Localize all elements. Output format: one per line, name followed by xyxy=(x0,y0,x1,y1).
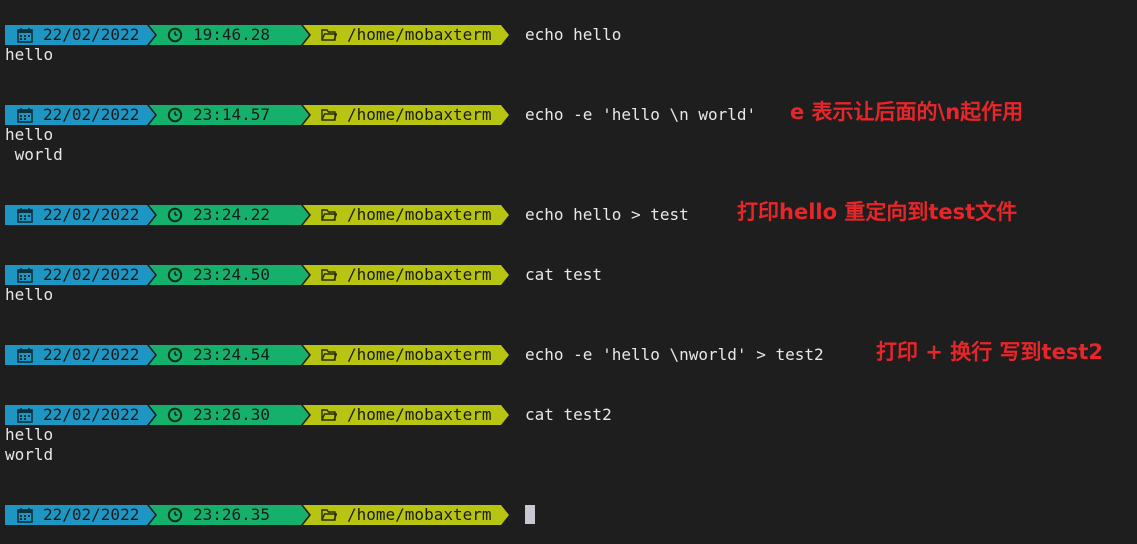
prompt-path-segment: /home/mobaxterm xyxy=(303,205,509,225)
prompt-line: 22/02/2022 19:46.28 /home/mobaxterm xyxy=(5,25,509,45)
prompt-time: 23:24.22 xyxy=(193,205,271,224)
output-line: hello xyxy=(5,285,54,304)
prompt-time-segment: 23:24.54 xyxy=(149,345,309,365)
command-text: echo -e 'hello \n world' xyxy=(525,105,757,124)
prompt-path: /home/mobaxterm xyxy=(347,345,492,364)
prompt-date-segment: 22/02/2022 xyxy=(5,505,155,525)
prompt-path: /home/mobaxterm xyxy=(347,25,492,44)
output-line: hello xyxy=(5,425,54,444)
prompt-date: 22/02/2022 xyxy=(43,25,140,44)
command-text: cat test2 xyxy=(525,405,612,424)
annotation-note: e 表示让后面的\n起作用 xyxy=(790,100,1024,124)
command-text: echo hello > test xyxy=(525,205,689,224)
clock-icon xyxy=(167,507,183,523)
prompt-path: /home/mobaxterm xyxy=(347,505,492,524)
prompt-date-segment: 22/02/2022 xyxy=(5,25,155,45)
prompt-time: 23:26.30 xyxy=(193,405,271,424)
prompt-line: 22/02/2022 23:24.22 /home/mobaxterm xyxy=(5,205,509,225)
prompt-time: 23:14.57 xyxy=(193,105,271,124)
clock-icon xyxy=(167,407,183,423)
output-line: hello xyxy=(5,45,54,64)
prompt-date-segment: 22/02/2022 xyxy=(5,405,155,425)
prompt-path-segment: /home/mobaxterm xyxy=(303,25,509,45)
prompt-line: 22/02/2022 23:26.30 /home/mobaxterm xyxy=(5,405,509,425)
prompt-time-segment: 23:26.35 xyxy=(149,505,309,525)
calendar-icon xyxy=(17,508,33,523)
prompt-path: /home/mobaxterm xyxy=(347,105,492,124)
prompt-date: 22/02/2022 xyxy=(43,505,140,524)
prompt-path: /home/mobaxterm xyxy=(347,205,492,224)
prompt-time: 23:24.54 xyxy=(193,345,271,364)
terminal-cursor[interactable] xyxy=(525,505,535,524)
clock-icon xyxy=(167,347,183,363)
prompt-path: /home/mobaxterm xyxy=(347,405,492,424)
annotation-note: 打印 + 换行 写到test2 xyxy=(876,340,1103,364)
prompt-date: 22/02/2022 xyxy=(43,265,140,284)
calendar-icon xyxy=(17,28,33,43)
prompt-line: 22/02/2022 23:24.54 /home/mobaxterm xyxy=(5,345,509,365)
folder-icon xyxy=(321,409,337,421)
calendar-icon xyxy=(17,208,33,223)
output-line: hello xyxy=(5,125,54,144)
prompt-path-segment: /home/mobaxterm xyxy=(303,405,509,425)
prompt-date: 22/02/2022 xyxy=(43,105,140,124)
prompt-time: 19:46.28 xyxy=(193,25,271,44)
calendar-icon xyxy=(17,108,33,123)
prompt-path-segment: /home/mobaxterm xyxy=(303,345,509,365)
clock-icon xyxy=(167,107,183,123)
clock-icon xyxy=(167,267,183,283)
folder-icon xyxy=(321,209,337,221)
output-line: world xyxy=(5,445,54,464)
clock-icon xyxy=(167,207,183,223)
prompt-time-segment: 19:46.28 xyxy=(149,25,309,45)
prompt-time-segment: 23:24.22 xyxy=(149,205,309,225)
prompt-time-segment: 23:26.30 xyxy=(149,405,309,425)
folder-icon xyxy=(321,349,337,361)
prompt-date: 22/02/2022 xyxy=(43,205,140,224)
prompt-date-segment: 22/02/2022 xyxy=(5,205,155,225)
command-text: echo -e 'hello \nworld' > test2 xyxy=(525,345,824,364)
output-line: world xyxy=(5,145,63,164)
prompt-time: 23:26.35 xyxy=(193,505,271,524)
prompt-date-segment: 22/02/2022 xyxy=(5,265,155,285)
prompt-line: 22/02/2022 23:14.57 /home/mobaxterm xyxy=(5,105,509,125)
folder-icon xyxy=(321,509,337,521)
annotation-note: 打印hello 重定向到test文件 xyxy=(737,200,1018,224)
command-text: echo hello xyxy=(525,25,622,44)
prompt-line: 22/02/2022 23:26.35 /home/mobaxterm xyxy=(5,505,509,525)
prompt-path-segment: /home/mobaxterm xyxy=(303,505,509,525)
clock-icon xyxy=(167,27,183,43)
prompt-path-segment: /home/mobaxterm xyxy=(303,265,509,285)
command-text: cat test xyxy=(525,265,603,284)
terminal-window[interactable]: 22/02/2022 19:46.28 /home/mobaxterm echo… xyxy=(0,0,1137,544)
prompt-date-segment: 22/02/2022 xyxy=(5,105,155,125)
calendar-icon xyxy=(17,268,33,283)
prompt-date: 22/02/2022 xyxy=(43,405,140,424)
prompt-path-segment: /home/mobaxterm xyxy=(303,105,509,125)
folder-icon xyxy=(321,29,337,41)
prompt-line: 22/02/2022 23:24.50 /home/mobaxterm xyxy=(5,265,509,285)
prompt-path: /home/mobaxterm xyxy=(347,265,492,284)
calendar-icon xyxy=(17,408,33,423)
folder-icon xyxy=(321,109,337,121)
prompt-date: 22/02/2022 xyxy=(43,345,140,364)
folder-icon xyxy=(321,269,337,281)
calendar-icon xyxy=(17,348,33,363)
prompt-date-segment: 22/02/2022 xyxy=(5,345,155,365)
prompt-time: 23:24.50 xyxy=(193,265,271,284)
prompt-time-segment: 23:24.50 xyxy=(149,265,309,285)
prompt-time-segment: 23:14.57 xyxy=(149,105,309,125)
